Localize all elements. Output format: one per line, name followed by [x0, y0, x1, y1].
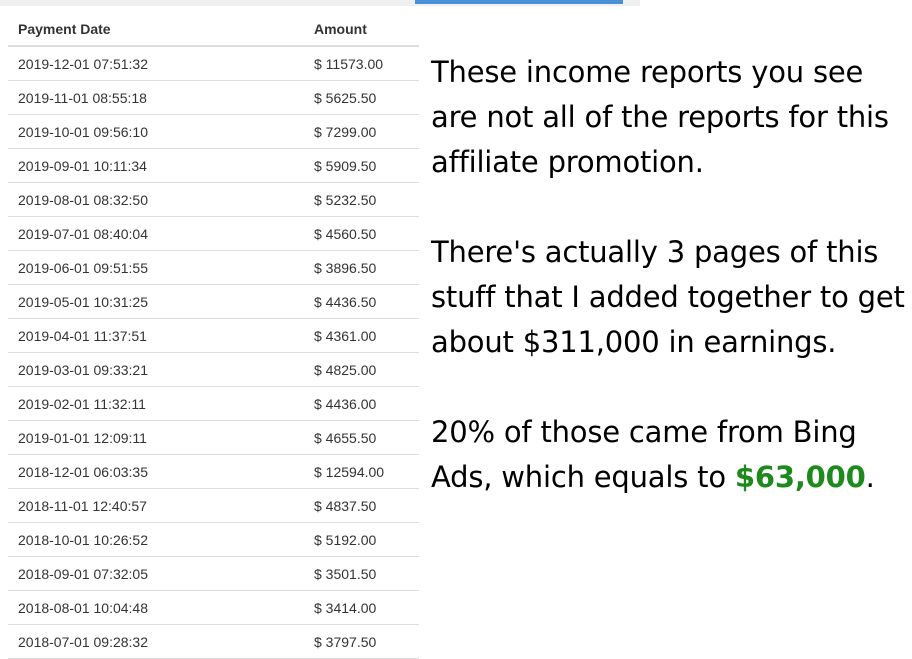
amount-cell: $ 4436.00: [304, 386, 419, 421]
table-row: 2019-12-01 07:51:32 $ 11573.00: [8, 46, 419, 81]
amount-cell: $ 12594.00: [304, 454, 419, 489]
note-paragraph-1: These income reports you see are not all…: [431, 55, 889, 179]
table-row: 2018-09-01 07:32:05 $ 3501.50: [8, 556, 419, 591]
amount-cell: $ 3414.00: [304, 590, 419, 625]
payment-date-cell: 2018-09-01 07:32:05: [8, 556, 304, 591]
payment-date-cell: 2019-12-01 07:51:32: [8, 46, 304, 81]
amount-cell: $ 4837.50: [304, 488, 419, 523]
amount-cell: $ 3896.50: [304, 250, 419, 285]
payments-table: Payment Date Amount 2019-12-01 07:51:32 $…: [8, 12, 419, 659]
table-row: 2019-06-01 09:51:55 $ 3896.50: [8, 250, 419, 285]
table-row: 2019-09-01 10:11:34 $ 5909.50: [8, 148, 419, 183]
payment-date-cell: 2018-08-01 10:04:48: [8, 590, 304, 625]
amount-cell: $ 5192.00: [304, 522, 419, 557]
amount-cell: $ 5909.50: [304, 148, 419, 183]
payment-date-cell: 2019-03-01 09:33:21: [8, 352, 304, 387]
payment-date-cell: 2018-07-01 09:28:32: [8, 624, 304, 659]
amount-cell: $ 4436.50: [304, 284, 419, 319]
table-row: 2018-07-01 09:28:32 $ 3797.50: [8, 624, 419, 659]
payment-date-cell: 2019-06-01 09:51:55: [8, 250, 304, 285]
table-header-row: Payment Date Amount: [8, 12, 419, 47]
payment-date-header[interactable]: Payment Date: [8, 12, 304, 47]
table-row: 2018-12-01 06:03:35 $ 12594.00: [8, 454, 419, 489]
table-row: 2019-08-01 08:32:50 $ 5232.50: [8, 182, 419, 217]
note-paragraph-2: There's actually 3 pages of this stuff t…: [431, 235, 905, 359]
table-row: 2018-08-01 10:04:48 $ 3414.00: [8, 590, 419, 625]
table-row: 2019-05-01 10:31:25 $ 4436.50: [8, 284, 419, 319]
payment-date-cell: 2019-05-01 10:31:25: [8, 284, 304, 319]
amount-cell: $ 11573.00: [304, 46, 419, 81]
amount-cell: $ 3797.50: [304, 624, 419, 659]
amount-cell: $ 7299.00: [304, 114, 419, 149]
amount-cell: $ 3501.50: [304, 556, 419, 591]
table-row: 2019-04-01 11:37:51 $ 4361.00: [8, 318, 419, 353]
commentary-text: These income reports you see are not all…: [431, 50, 906, 545]
payment-date-cell: 2019-10-01 09:56:10: [8, 114, 304, 149]
payment-date-cell: 2018-10-01 10:26:52: [8, 522, 304, 557]
payment-date-cell: 2019-07-01 08:40:04: [8, 216, 304, 251]
payment-date-cell: 2018-12-01 06:03:35: [8, 454, 304, 489]
amount-cell: $ 4655.50: [304, 420, 419, 455]
table-row: 2018-11-01 12:40:57 $ 4837.50: [8, 488, 419, 523]
amount-cell: $ 4825.00: [304, 352, 419, 387]
payments-table-container: Payment Date Amount 2019-12-01 07:51:32 $…: [8, 12, 419, 659]
table-row: 2019-01-01 12:09:11 $ 4655.50: [8, 420, 419, 455]
payment-date-cell: 2018-11-01 12:40:57: [8, 488, 304, 523]
payment-date-cell: 2019-09-01 10:11:34: [8, 148, 304, 183]
table-row: 2019-03-01 09:33:21 $ 4825.00: [8, 352, 419, 387]
earnings-highlight: $63,000: [734, 460, 866, 494]
payment-date-cell: 2019-11-01 08:55:18: [8, 80, 304, 115]
payment-date-cell: 2019-08-01 08:32:50: [8, 182, 304, 217]
table-row: 2019-11-01 08:55:18 $ 5625.50: [8, 80, 419, 115]
amount-cell: $ 4560.50: [304, 216, 419, 251]
top-accent-bar: [415, 0, 623, 4]
amount-cell: $ 5625.50: [304, 80, 419, 115]
table-row: 2019-07-01 08:40:04 $ 4560.50: [8, 216, 419, 251]
table-row: 2018-10-01 10:26:52 $ 5192.00: [8, 522, 419, 557]
payment-date-cell: 2019-01-01 12:09:11: [8, 420, 304, 455]
note-paragraph-3: 20% of those came from Bing Ads, which e…: [431, 410, 906, 500]
amount-cell: $ 4361.00: [304, 318, 419, 353]
table-row: 2019-10-01 09:56:10 $ 7299.00: [8, 114, 419, 149]
payment-date-cell: 2019-02-01 11:32:11: [8, 386, 304, 421]
payments-table-body: 2019-12-01 07:51:32 $ 11573.00 2019-11-01 …: [8, 46, 419, 659]
table-row: 2019-02-01 11:32:11 $ 4436.00: [8, 386, 419, 421]
amount-cell: $ 5232.50: [304, 182, 419, 217]
amount-header[interactable]: Amount: [304, 12, 419, 47]
payment-date-cell: 2019-04-01 11:37:51: [8, 318, 304, 353]
note-paragraph-3-suffix: .: [865, 460, 875, 494]
